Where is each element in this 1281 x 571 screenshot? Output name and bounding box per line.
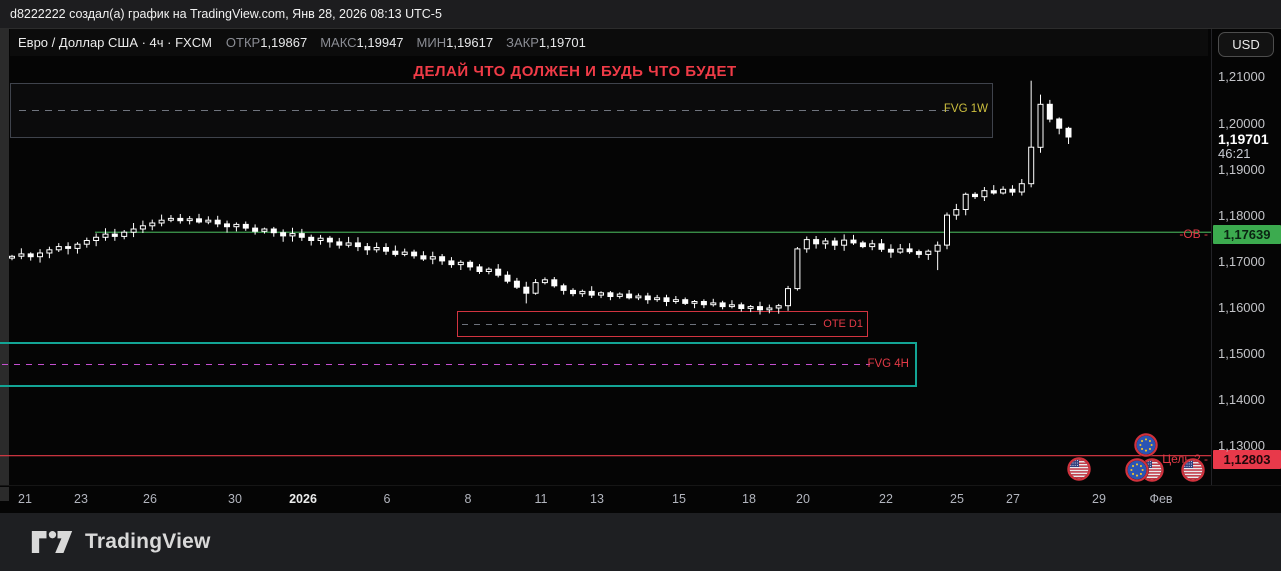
- candlestick-chart-canvas[interactable]: [0, 29, 1281, 486]
- bar-countdown: 46:21: [1218, 146, 1251, 161]
- price-tick-label: 1,21000: [1218, 70, 1265, 84]
- attribution-bar: d8222222 создал(а) график на TradingView…: [0, 0, 1281, 28]
- attribution-text: d8222222 создал(а) график на TradingView…: [10, 7, 442, 21]
- price-tick-label: 1,16000: [1218, 301, 1265, 315]
- price-tick-label: 1,15000: [1218, 347, 1265, 361]
- close-value: 1,19701: [539, 35, 586, 50]
- tradingview-logo-icon: [30, 528, 74, 556]
- price-tick-label: 1,17000: [1218, 255, 1265, 269]
- open-value: 1,19867: [260, 35, 307, 50]
- time-tick-label: 30: [211, 492, 259, 506]
- ob-price-tag: 1,17639: [1213, 225, 1281, 244]
- time-tick-label: 22: [862, 492, 910, 506]
- time-tick-label: 27: [989, 492, 1037, 506]
- price-axis-separator: [1211, 29, 1212, 486]
- time-tick-label: 2026: [279, 492, 327, 506]
- high-value: 1,19947: [357, 35, 404, 50]
- time-tick-label: Фев: [1137, 492, 1185, 506]
- price-tick-label: 1,19000: [1218, 163, 1265, 177]
- time-tick-label: 23: [57, 492, 105, 506]
- ob-line-label: -OB -: [1146, 227, 1208, 241]
- currency-toggle-button[interactable]: USD: [1218, 32, 1274, 57]
- ohlc-values: ОТКР1,19867 МАКС1,19947 МИН1,19617 ЗАКР1…: [226, 35, 586, 50]
- price-tick-label: 1,20000: [1218, 117, 1265, 131]
- time-tick-label: 6: [363, 492, 411, 506]
- quote-text: ДЕЛАЙ ЧТО ДОЛЖЕН И БУДЬ ЧТО БУДЕТ: [0, 63, 1150, 80]
- time-tick-label: 26: [126, 492, 174, 506]
- eu-flag-icon[interactable]: [1133, 432, 1159, 458]
- price-tick-label: 1,13000: [1218, 439, 1265, 453]
- open-label: ОТКР: [226, 35, 260, 50]
- time-tick-label: 29: [1075, 492, 1123, 506]
- symbol-header-bar: Евро / Доллар США · 4ч · FXCM ОТКР1,1986…: [10, 29, 1208, 56]
- close-label: ЗАКР: [506, 35, 539, 50]
- time-tick-label: 25: [933, 492, 981, 506]
- symbol-title: Евро / Доллар США · 4ч · FXCM: [18, 35, 212, 50]
- time-tick-label: 20: [779, 492, 827, 506]
- current-price-label: 1,19701: [1218, 131, 1269, 147]
- tradingview-wordmark: TradingView: [85, 530, 211, 554]
- time-axis[interactable]: 21 23 26 30 2026 6 8 11 13 15 18 20 22 25 27 29 Фев: [0, 485, 1281, 513]
- time-tick-label: 8: [444, 492, 492, 506]
- us-flag-icon[interactable]: [1066, 456, 1092, 482]
- us-flag-icon[interactable]: [1180, 457, 1206, 483]
- time-tick-label: 21: [1, 492, 49, 506]
- low-label: МИН: [417, 35, 447, 50]
- tradingview-snapshot: d8222222 создал(а) график на TradingView…: [0, 0, 1281, 571]
- time-tick-label: 15: [655, 492, 703, 506]
- eu-flag-icon[interactable]: [1124, 457, 1150, 483]
- price-tick-label: 1,18000: [1218, 209, 1265, 223]
- high-label: МАКС: [320, 35, 356, 50]
- price-tick-label: 1,14000: [1218, 393, 1265, 407]
- chart-region: FVG 1W OTE D1 FVG 4H Евро / Доллар США ·…: [0, 28, 1281, 485]
- time-tick-label: 11: [517, 492, 565, 506]
- time-tick-label: 18: [725, 492, 773, 506]
- time-tick-label: 13: [573, 492, 621, 506]
- low-value: 1,19617: [446, 35, 493, 50]
- footer-bar: TradingView: [0, 513, 1281, 571]
